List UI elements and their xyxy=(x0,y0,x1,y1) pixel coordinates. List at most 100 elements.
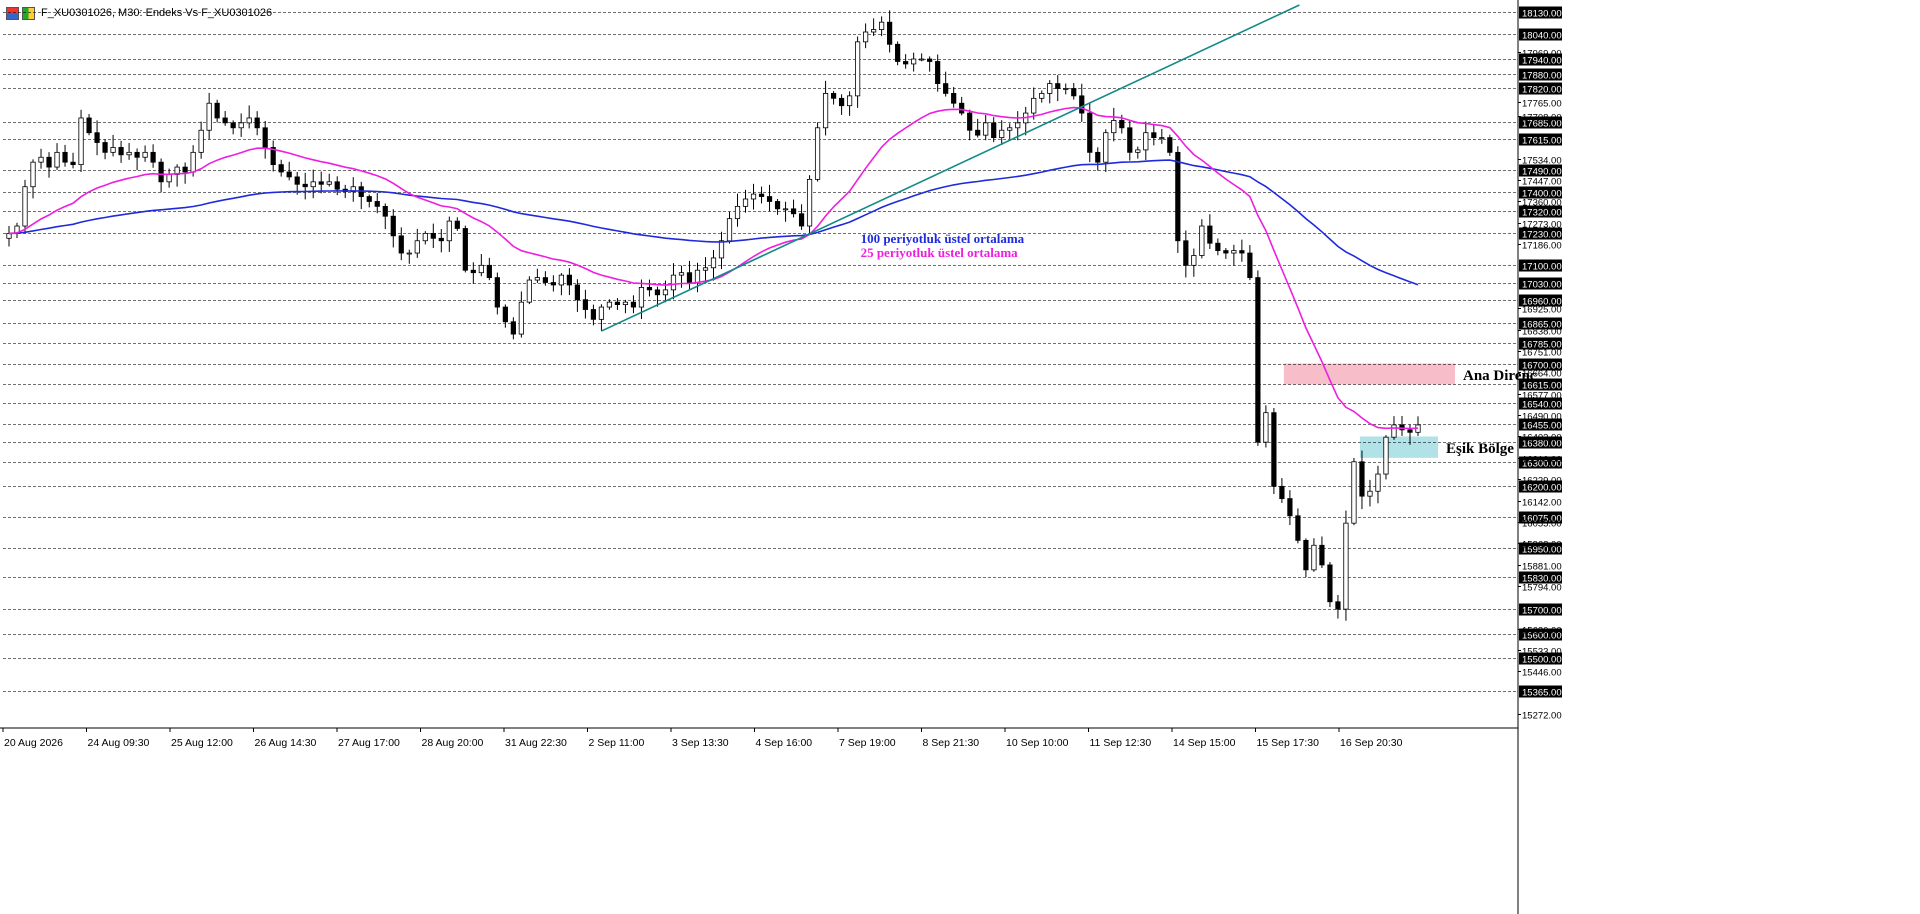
candle-body xyxy=(1351,461,1357,524)
time-tick-label: 14 Sep 15:00 xyxy=(1173,737,1236,749)
candle-body xyxy=(1271,412,1277,487)
candle-body xyxy=(806,178,813,227)
candle-body xyxy=(774,201,781,210)
price-tick-label: 15620.00 xyxy=(1522,626,1562,637)
candle-body xyxy=(999,129,1005,139)
candle-body xyxy=(822,93,829,129)
candle-body xyxy=(871,29,877,33)
candle-body xyxy=(1119,120,1125,129)
candle-body xyxy=(1135,149,1141,153)
candle-body xyxy=(662,289,669,296)
candle-body xyxy=(718,240,725,259)
price-label: 18040.00 xyxy=(1522,31,1562,42)
candle-body xyxy=(1111,120,1117,134)
candle-body xyxy=(1311,544,1317,571)
candle-body xyxy=(518,301,524,335)
zone-ana-direnc xyxy=(1283,363,1455,385)
candle-body xyxy=(1247,252,1253,278)
time-tick-label: 16 Sep 20:30 xyxy=(1340,737,1403,749)
candle-body xyxy=(830,93,837,99)
candle-body xyxy=(1207,225,1213,244)
time-axis: 20 Aug 2026 24 Aug 09:30 25 Aug 12:00 26 Au… xyxy=(0,727,1518,749)
candle-body xyxy=(846,95,853,107)
candle-body xyxy=(1295,515,1301,541)
candle-body xyxy=(526,279,532,303)
price-tick-label: 17186.00 xyxy=(1522,241,1562,252)
candle-body xyxy=(838,97,845,107)
candle-body xyxy=(1015,122,1021,129)
price-tick-label: 16751.00 xyxy=(1522,348,1562,359)
candle-body xyxy=(590,309,597,320)
price-label: 17615.00 xyxy=(1522,136,1562,147)
candle-body xyxy=(158,161,164,183)
candle-body xyxy=(1375,473,1381,492)
price-tick-label: 16577.00 xyxy=(1522,391,1562,402)
zone-label: Eşik Bölge xyxy=(1446,441,1514,457)
candle-body xyxy=(686,272,693,283)
candle-body xyxy=(86,117,92,134)
candle-body xyxy=(1183,240,1189,266)
candle-body xyxy=(438,237,444,242)
candle-body xyxy=(1175,151,1181,242)
candle-body xyxy=(855,41,861,97)
candle-body xyxy=(758,193,765,197)
candle-body xyxy=(638,287,645,308)
candle-body xyxy=(646,287,653,291)
candle-body xyxy=(766,196,773,202)
time-tick-label: 10 Sep 10:00 xyxy=(1006,737,1069,749)
candle-body xyxy=(294,176,300,185)
ema-annotation: 100 periyotluk üstel ortalama xyxy=(861,231,1025,246)
candle-body xyxy=(1151,132,1157,139)
candle-body xyxy=(278,164,284,173)
candle-body xyxy=(1191,255,1197,266)
candle-body xyxy=(895,43,901,62)
candle-body xyxy=(550,282,556,286)
candlestick-chart[interactable]: Ana DirençEşik Bölge100 periyotluk üstel… xyxy=(0,0,1920,914)
candle-body xyxy=(1095,151,1101,163)
candle-body xyxy=(310,181,316,188)
candle-body xyxy=(959,102,965,114)
candle-body xyxy=(879,21,885,30)
candle-body xyxy=(390,215,396,237)
candle-body xyxy=(702,267,709,271)
price-label: 17100.00 xyxy=(1522,262,1562,273)
candle-body xyxy=(975,129,981,136)
candle-body xyxy=(1215,242,1221,251)
candle-body xyxy=(454,220,460,229)
candle-body xyxy=(1007,127,1013,131)
price-tick-label: 15881.00 xyxy=(1522,562,1562,573)
price-tick-label: 15968.00 xyxy=(1522,540,1562,551)
candle-body xyxy=(814,127,821,180)
price-tick-label: 17273.00 xyxy=(1522,220,1562,231)
candle-body xyxy=(422,232,428,242)
time-tick-label: 15 Sep 17:30 xyxy=(1257,737,1320,749)
candle-body xyxy=(62,151,68,163)
candle-body xyxy=(198,129,204,153)
price-tick-label: 17765.00 xyxy=(1522,99,1562,110)
price-tick-label: 16925.00 xyxy=(1522,305,1562,316)
candle-body xyxy=(1231,250,1237,254)
candle-body xyxy=(798,213,805,227)
candle-body xyxy=(374,201,380,207)
candle-body xyxy=(1079,95,1085,114)
price-tick-label: 15446.00 xyxy=(1522,668,1562,679)
candle-body xyxy=(262,127,268,148)
candle-body xyxy=(38,156,44,163)
candle-body xyxy=(110,147,116,153)
candle-body xyxy=(222,117,228,124)
candle-body xyxy=(1159,137,1165,140)
candle-body xyxy=(102,142,108,153)
candle-body xyxy=(1335,601,1341,610)
candle-body xyxy=(334,181,340,190)
candle-body xyxy=(782,208,789,211)
candle-body xyxy=(70,161,76,166)
chart-window[interactable]: F_XU0301026, M30: Endeks Vs F_XU0301026 … xyxy=(0,0,1920,914)
candle-body xyxy=(78,117,84,166)
candle-body xyxy=(1055,83,1061,89)
time-tick-label: 8 Sep 21:30 xyxy=(923,737,980,749)
candle-body xyxy=(430,232,436,239)
zones-layer xyxy=(1283,363,1455,458)
price-label: 15365.00 xyxy=(1522,688,1562,699)
time-tick-label: 3 Sep 13:30 xyxy=(672,737,729,749)
price-label: 17230.00 xyxy=(1522,230,1562,241)
